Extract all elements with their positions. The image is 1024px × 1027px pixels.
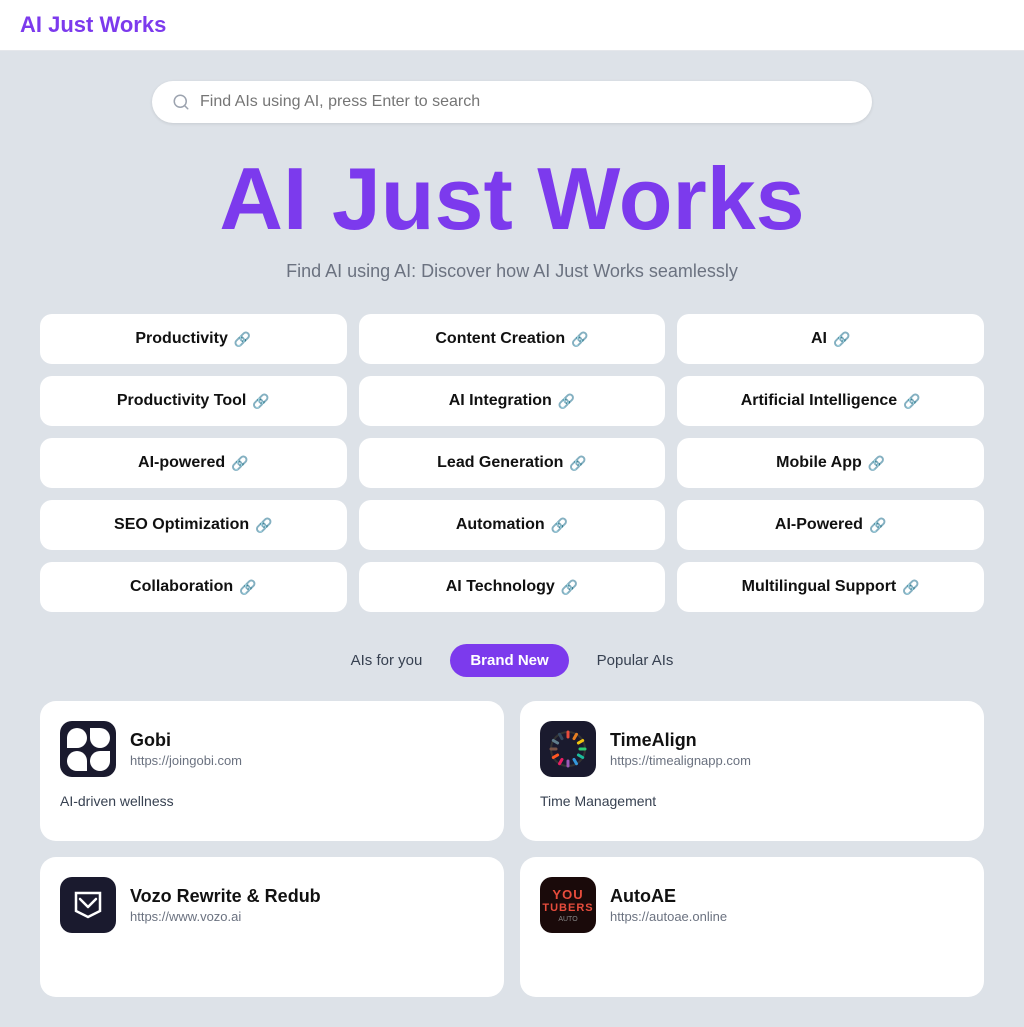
tag-btn-ai-integration[interactable]: AI Integration 🔗 <box>359 376 666 426</box>
ai-card-header: YOU TUBERS AUTO AutoAE https://autoae.on… <box>540 877 964 933</box>
link-icon: 🔗 <box>551 517 568 534</box>
tag-btn-mobile-app[interactable]: Mobile App 🔗 <box>677 438 984 488</box>
ai-card-name: Vozo Rewrite & Redub <box>130 886 484 907</box>
ai-card-description: AI-driven wellness <box>60 793 484 809</box>
timealign-logo <box>540 721 596 777</box>
tag-label: AI-powered <box>138 454 225 472</box>
ai-card-url: https://www.vozo.ai <box>130 909 484 924</box>
tag-label: Collaboration <box>130 578 233 596</box>
filter-tab-ais-for-you[interactable]: AIs for you <box>331 644 443 677</box>
link-icon: 🔗 <box>902 579 919 596</box>
tag-label: Artificial Intelligence <box>741 392 897 410</box>
tag-btn-ai-powered[interactable]: AI-powered 🔗 <box>40 438 347 488</box>
tag-label: SEO Optimization <box>114 516 249 534</box>
filter-tab-brand-new[interactable]: Brand New <box>450 644 568 677</box>
link-icon: 🔗 <box>231 455 248 472</box>
link-icon: 🔗 <box>252 393 269 410</box>
hero-subtitle: Find AI using AI: Discover how AI Just W… <box>40 261 984 282</box>
tag-label: AI <box>811 330 827 348</box>
link-icon: 🔗 <box>869 517 886 534</box>
search-bar <box>152 81 872 123</box>
link-icon: 🔗 <box>234 331 251 348</box>
ai-card-name: Gobi <box>130 730 484 751</box>
link-icon: 🔗 <box>833 331 850 348</box>
ai-card-url: https://joingobi.com <box>130 753 484 768</box>
link-icon: 🔗 <box>561 579 578 596</box>
tag-btn-content-creation[interactable]: Content Creation 🔗 <box>359 314 666 364</box>
tag-btn-collaboration[interactable]: Collaboration 🔗 <box>40 562 347 612</box>
header-logo[interactable]: AI Just Works <box>20 12 166 38</box>
main-content: AI Just Works Find AI using AI: Discover… <box>0 51 1024 1027</box>
ai-card-info: Vozo Rewrite & Redub https://www.vozo.ai <box>130 886 484 924</box>
tag-label: Productivity <box>135 330 227 348</box>
link-icon: 🔗 <box>569 455 586 472</box>
link-icon: 🔗 <box>571 331 588 348</box>
tag-btn-seo-optimization[interactable]: SEO Optimization 🔗 <box>40 500 347 550</box>
ai-card-autoae[interactable]: YOU TUBERS AUTO AutoAE https://autoae.on… <box>520 857 984 997</box>
tag-label: Lead Generation <box>437 454 563 472</box>
tag-btn-multilingual-support[interactable]: Multilingual Support 🔗 <box>677 562 984 612</box>
tag-label: Mobile App <box>776 454 862 472</box>
tag-btn-automation[interactable]: Automation 🔗 <box>359 500 666 550</box>
ai-card-header: Gobi https://joingobi.com <box>60 721 484 777</box>
search-container <box>40 81 984 123</box>
tag-label: Automation <box>456 516 545 534</box>
ai-card-name: AutoAE <box>610 886 964 907</box>
tag-label: AI Integration <box>449 392 552 410</box>
filter-tabs: AIs for youBrand New Popular AIs <box>40 644 984 677</box>
header: AI Just Works <box>0 0 1024 51</box>
hero-title: AI Just Works <box>40 153 984 245</box>
tag-btn-ai[interactable]: AI 🔗 <box>677 314 984 364</box>
filter-tab-popular-ais[interactable]: Popular AIs <box>577 644 694 677</box>
ai-card-header: TimeAlign https://timealignapp.com <box>540 721 964 777</box>
search-icon <box>172 93 190 111</box>
ai-card-description: Time Management <box>540 793 964 809</box>
ai-card-gobi[interactable]: Gobi https://joingobi.com AI-driven well… <box>40 701 504 841</box>
link-icon: 🔗 <box>558 393 575 410</box>
ai-card-info: Gobi https://joingobi.com <box>130 730 484 768</box>
autoae-logo: YOU TUBERS AUTO <box>540 877 596 933</box>
search-input[interactable] <box>200 93 852 111</box>
tag-label: Content Creation <box>435 330 565 348</box>
tags-grid: Productivity🔗Content Creation🔗AI🔗Product… <box>40 314 984 612</box>
link-icon: 🔗 <box>255 517 272 534</box>
tag-btn-productivity-tool[interactable]: Productivity Tool 🔗 <box>40 376 347 426</box>
ai-card-info: TimeAlign https://timealignapp.com <box>610 730 964 768</box>
gobi-logo <box>60 721 116 777</box>
ai-card-header: Vozo Rewrite & Redub https://www.vozo.ai <box>60 877 484 933</box>
ai-card-info: AutoAE https://autoae.online <box>610 886 964 924</box>
ai-card-name: TimeAlign <box>610 730 964 751</box>
tag-btn-ai-powered-2[interactable]: AI-Powered 🔗 <box>677 500 984 550</box>
link-icon: 🔗 <box>903 393 920 410</box>
link-icon: 🔗 <box>868 455 885 472</box>
tag-label: AI-Powered <box>775 516 863 534</box>
ai-card-vozo[interactable]: Vozo Rewrite & Redub https://www.vozo.ai <box>40 857 504 997</box>
tag-label: Multilingual Support <box>742 578 897 596</box>
tag-label: AI Technology <box>446 578 555 596</box>
ai-card-url: https://autoae.online <box>610 909 964 924</box>
tag-btn-productivity[interactable]: Productivity 🔗 <box>40 314 347 364</box>
tag-btn-lead-generation[interactable]: Lead Generation 🔗 <box>359 438 666 488</box>
tag-label: Productivity Tool <box>117 392 246 410</box>
tag-btn-ai-technology[interactable]: AI Technology 🔗 <box>359 562 666 612</box>
link-icon: 🔗 <box>239 579 256 596</box>
vozo-logo <box>60 877 116 933</box>
tag-btn-artificial-intelligence[interactable]: Artificial Intelligence 🔗 <box>677 376 984 426</box>
ai-card-timealign[interactable]: TimeAlign https://timealignapp.com Time … <box>520 701 984 841</box>
ai-cards-grid: Gobi https://joingobi.com AI-driven well… <box>40 701 984 997</box>
ai-card-url: https://timealignapp.com <box>610 753 964 768</box>
